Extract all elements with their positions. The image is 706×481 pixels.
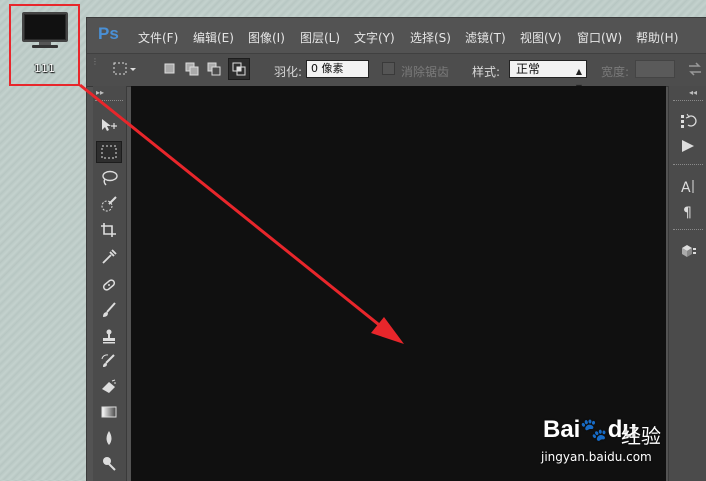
gradient-tool-icon[interactable]	[96, 401, 122, 423]
watermark-sub: 经验	[621, 424, 661, 448]
antialias-checkbox[interactable]	[382, 62, 395, 75]
lasso-tool-icon[interactable]	[96, 167, 122, 189]
move-tool-icon[interactable]	[96, 114, 122, 136]
character-panel-icon[interactable]: A	[675, 175, 701, 197]
crop-tool-icon[interactable]	[96, 219, 122, 241]
eraser-tool-icon[interactable]	[96, 375, 122, 397]
menu-select[interactable]: 选择(S)	[410, 29, 451, 46]
paw-icon: 🐾	[580, 417, 608, 442]
menu-filter[interactable]: 滤镜(T)	[465, 29, 506, 46]
menu-help[interactable]: 帮助(H)	[636, 29, 678, 46]
desktop-icon-111[interactable]: 111	[9, 4, 80, 86]
svg-text:¶: ¶	[683, 205, 692, 219]
3d-panel-icon[interactable]	[675, 240, 701, 262]
menu-bar: Ps 文件(F) 编辑(E) 图像(I) 图层(L) 文字(Y) 选择(S) 滤…	[87, 18, 706, 52]
menu-image[interactable]: 图像(I)	[248, 29, 285, 46]
clone-stamp-tool-icon[interactable]	[96, 325, 122, 347]
menu-layer[interactable]: 图层(L)	[300, 29, 340, 46]
quick-selection-tool-icon[interactable]	[96, 193, 122, 215]
add-to-selection-icon[interactable]	[184, 61, 200, 77]
collapse-dock-icon[interactable]: ◂◂	[689, 88, 697, 97]
actions-panel-icon[interactable]	[675, 135, 701, 157]
menu-edit[interactable]: 编辑(E)	[193, 29, 234, 46]
baidu-watermark: Bai🐾du 经验 jingyan.baidu.com	[535, 400, 706, 480]
collapse-toolbox-icon[interactable]: ▸▸	[96, 88, 104, 97]
blur-tool-icon[interactable]	[96, 427, 122, 449]
dock-grip	[673, 100, 703, 104]
options-bar: ⋮ 羽化: 0 像素 消除锯齿 样式: 正常 ▲▼ 宽度:	[87, 53, 706, 92]
toolbox-grip	[95, 100, 123, 104]
menu-view[interactable]: 视图(V)	[520, 29, 562, 46]
new-selection-icon[interactable]	[162, 61, 178, 77]
eyedropper-tool-icon[interactable]	[96, 245, 122, 267]
desktop-icon-label: 111	[34, 62, 55, 75]
marquee-preset-icon[interactable]	[113, 61, 136, 77]
photoshop-logo: Ps	[98, 24, 119, 43]
monitor-icon	[22, 12, 68, 48]
dock-separator	[673, 164, 703, 168]
swap-icon[interactable]	[687, 61, 703, 77]
spot-healing-brush-tool-icon[interactable]	[96, 274, 122, 296]
style-label: 样式:	[472, 65, 501, 79]
dock-separator-2	[673, 229, 703, 233]
options-grip: ⋮	[91, 57, 99, 66]
feather-input[interactable]: 0 像素	[306, 60, 369, 78]
svg-text:A: A	[681, 180, 691, 194]
antialias-label: 消除锯齿	[401, 65, 450, 79]
intersect-selection-icon[interactable]	[228, 58, 250, 80]
menu-file[interactable]: 文件(F)	[138, 29, 178, 46]
rectangular-marquee-tool-icon[interactable]	[96, 141, 122, 163]
width-label: 宽度:	[601, 65, 630, 79]
style-select[interactable]: 正常 ▲▼	[509, 60, 587, 92]
paragraph-panel-icon[interactable]: ¶	[675, 200, 701, 222]
dodge-tool-icon[interactable]	[96, 452, 122, 474]
tools-panel: ▸▸	[93, 86, 127, 481]
subtract-from-selection-icon[interactable]	[206, 61, 222, 77]
menu-window[interactable]: 窗口(W)	[577, 29, 622, 46]
style-select-value: 正常	[516, 62, 541, 76]
history-brush-tool-icon[interactable]	[96, 350, 122, 372]
history-panel-icon[interactable]	[675, 110, 701, 132]
width-input[interactable]	[635, 60, 675, 78]
brush-tool-icon[interactable]	[96, 299, 122, 321]
feather-label: 羽化:	[274, 65, 303, 79]
menu-type[interactable]: 文字(Y)	[354, 29, 395, 46]
watermark-url: jingyan.baidu.com	[541, 450, 652, 464]
